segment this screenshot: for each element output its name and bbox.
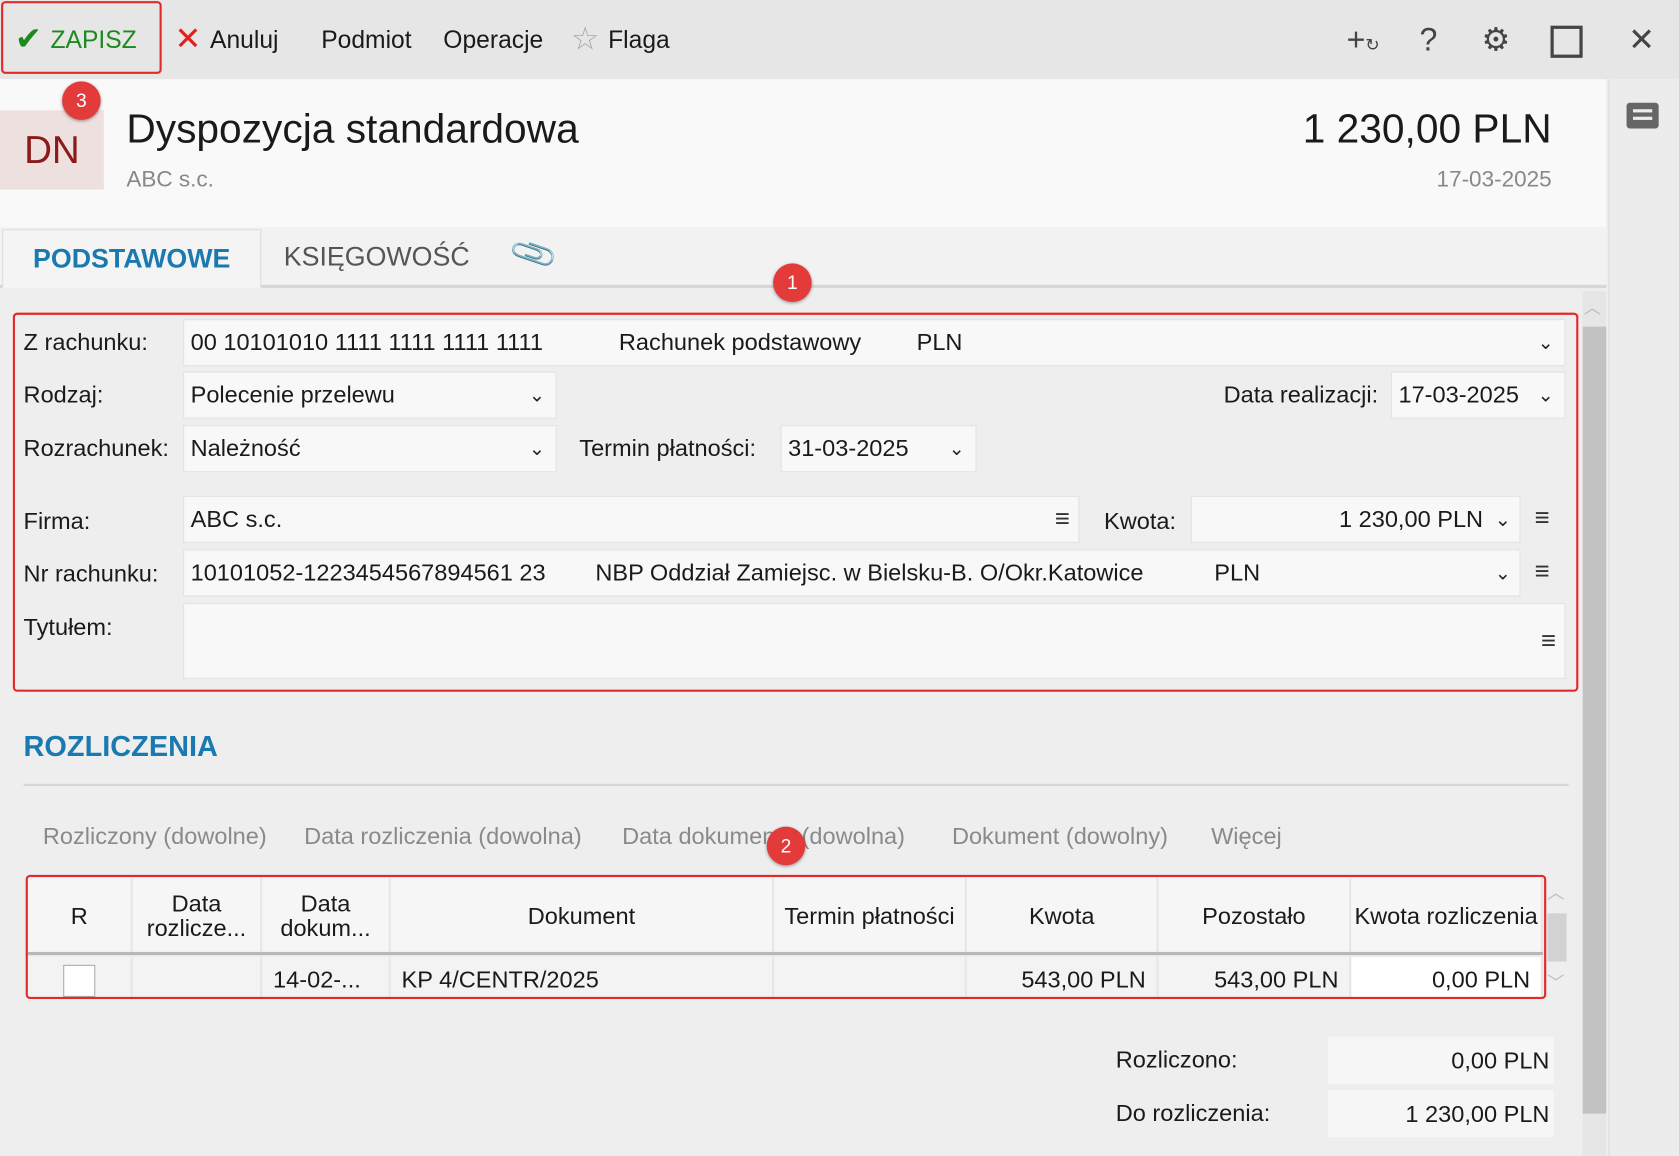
header-amount: 1 230,00 PLN [1302, 107, 1552, 153]
filter-settle-date[interactable]: Data rozliczenia (dowolna) [304, 822, 582, 850]
company-subtitle: ABC s.c. [126, 167, 214, 192]
scroll-down-icon[interactable]: ﹀ [1547, 968, 1564, 994]
star-icon: ☆ [570, 21, 600, 57]
scrollbar-thumb[interactable] [1582, 326, 1607, 1114]
gear-icon[interactable]: ⚙ [1474, 19, 1517, 62]
remaining-value: 1 230,00 PLN [1327, 1090, 1554, 1138]
cancel-button[interactable]: ✕ Anuluj [175, 21, 279, 57]
page-title: Dyspozycja standardowa [126, 107, 579, 153]
annotation-box-1 [12, 312, 1579, 692]
help-icon[interactable]: ? [1407, 19, 1450, 62]
annotation-badge-1: 1 [773, 263, 812, 302]
table-scrollbar[interactable]: ︿ ﹀ [1545, 878, 1569, 998]
scroll-up-icon[interactable]: ︿ [1547, 878, 1564, 904]
annotation-box-2 [25, 874, 1547, 1000]
comment-icon[interactable] [1626, 102, 1659, 129]
filter-more[interactable]: Więcej [1211, 822, 1282, 850]
annotation-box-3 [1, 1, 162, 74]
subject-button[interactable]: Podmiot [321, 21, 411, 57]
document-type-badge: DN [0, 110, 104, 190]
add-refresh-icon[interactable]: +↻ [1342, 19, 1385, 67]
paperclip-icon[interactable]: 📎 [507, 228, 560, 280]
settlements-heading: ROZLICZENIA [23, 730, 218, 763]
tab-ksiegowosc[interactable]: KSIĘGOWOŚĆ [284, 227, 470, 287]
annotation-badge-3: 3 [62, 81, 101, 120]
header-date: 17-03-2025 [1436, 167, 1552, 192]
close-x-icon: ✕ [174, 21, 202, 57]
filter-doc-date[interactable]: Data dokumentu (dowolna) [622, 822, 905, 850]
side-panel [1608, 79, 1679, 1156]
annotation-badge-2: 2 [766, 826, 806, 866]
toolbar: ✔ ZAPISZ ✕ Anuluj Podmiot Operacje ☆ Fla… [0, 0, 1679, 80]
close-icon[interactable]: ✕ [1620, 19, 1663, 62]
table-scrollbar-thumb[interactable] [1547, 913, 1567, 962]
settled-label: Rozliczono: [1115, 1046, 1238, 1073]
remaining-label: Do rozliczenia: [1115, 1099, 1271, 1127]
scroll-up-icon[interactable]: ︿ [1584, 293, 1601, 319]
document-header: DN Dyspozycja standardowa ABC s.c. 1 230… [0, 79, 1607, 228]
settled-value: 0,00 PLN [1327, 1036, 1554, 1084]
scrollbar[interactable]: ︿ [1582, 291, 1607, 1156]
tab-podstawowe[interactable]: PODSTAWOWE [2, 229, 262, 289]
flag-button[interactable]: ☆ Flaga [571, 21, 670, 57]
filter-document[interactable]: Dokument (dowolny) [952, 822, 1168, 850]
operations-button[interactable]: Operacje [443, 21, 543, 57]
divider [23, 783, 1569, 786]
maximize-icon[interactable] [1545, 19, 1588, 62]
filter-settled[interactable]: Rozliczony (dowolne) [43, 822, 267, 850]
